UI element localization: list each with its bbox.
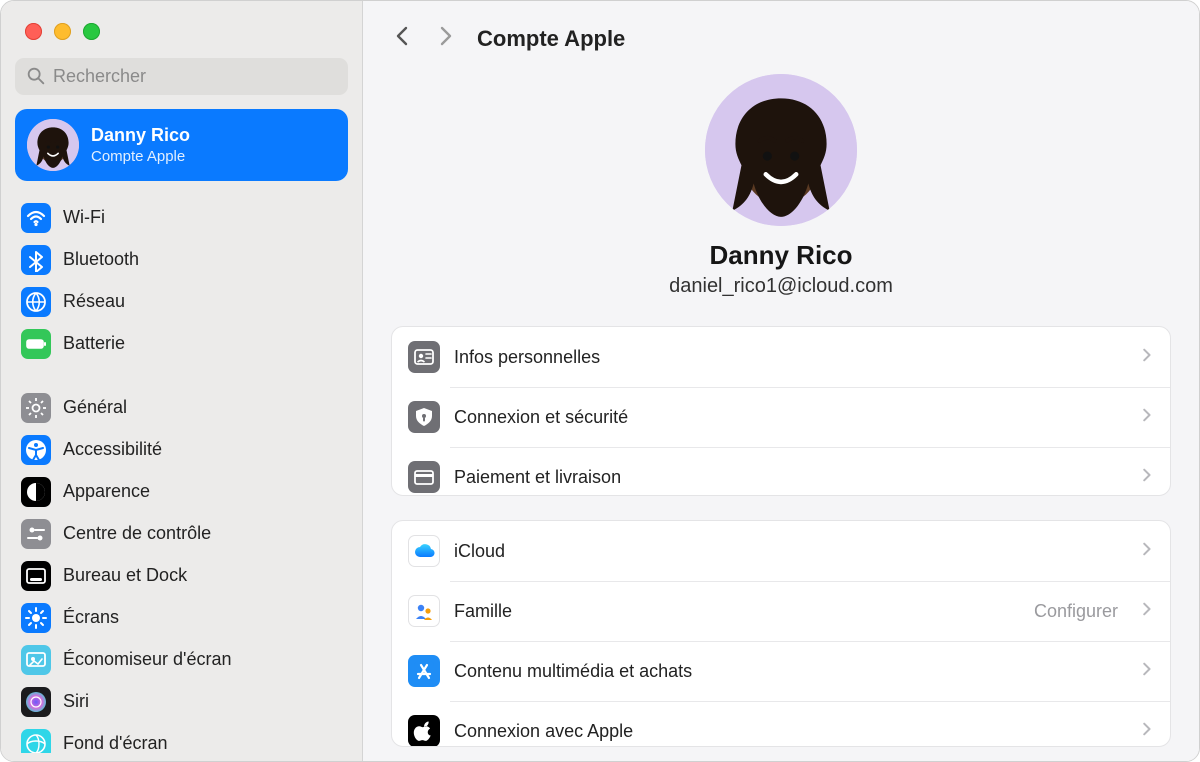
sidebar-item-label: Siri <box>63 691 89 712</box>
sidebar-item-label: Apparence <box>63 481 150 502</box>
sidebar-item-label: Wi-Fi <box>63 207 105 228</box>
sidebar-item-label: Batterie <box>63 333 125 354</box>
row-media[interactable]: Contenu multimédia et achats <box>392 641 1170 701</box>
apple-icon <box>408 715 440 747</box>
sidebar: Danny Rico Compte Apple Wi-Fi Bluetooth Ré… <box>1 1 363 761</box>
search-icon <box>25 65 47 87</box>
forward-button[interactable] <box>433 23 457 54</box>
sidebar-item-general[interactable]: Général <box>15 387 348 429</box>
sidebar-item-controlcenter[interactable]: Centre de contrôle <box>15 513 348 555</box>
idcard-icon <box>408 341 440 373</box>
row-label: iCloud <box>454 541 1124 562</box>
row-family[interactable]: Famille Configurer <box>392 581 1170 641</box>
card-icon <box>408 461 440 493</box>
dock-icon <box>21 561 51 591</box>
page-title: Compte Apple <box>477 26 625 52</box>
wallpaper-icon <box>21 729 51 753</box>
sidebar-item-dock[interactable]: Bureau et Dock <box>15 555 348 597</box>
chevron-right-icon <box>1138 345 1154 370</box>
sidebar-item-label: Bluetooth <box>63 249 139 270</box>
account-hero: Danny Rico daniel_rico1@icloud.com <box>363 66 1199 316</box>
account-avatar[interactable] <box>705 74 857 226</box>
row-personal[interactable]: Infos personnelles <box>392 327 1170 387</box>
sidebar-item-label: Général <box>63 397 127 418</box>
row-label: Contenu multimédia et achats <box>454 661 1124 682</box>
sidebar-nav: Wi-Fi Bluetooth Réseau Batterie Général Acce… <box>1 193 362 753</box>
close-button[interactable] <box>25 23 42 40</box>
cloud-icon <box>408 535 440 567</box>
chevron-right-icon <box>1138 659 1154 684</box>
account-display-name: Danny Rico <box>709 240 852 271</box>
back-button[interactable] <box>391 23 415 54</box>
row-signin[interactable]: Connexion avec Apple <box>392 701 1170 747</box>
sidebar-item-bluetooth[interactable]: Bluetooth <box>15 239 348 281</box>
row-icloud[interactable]: iCloud <box>392 521 1170 581</box>
chevron-right-icon <box>1138 599 1154 624</box>
wifi-icon <box>21 203 51 233</box>
appstore-icon <box>408 655 440 687</box>
sidebar-item-label: Écrans <box>63 607 119 628</box>
services-panel: iCloud Famille Configurer Contenu multimédi… <box>391 520 1171 747</box>
row-payment[interactable]: Paiement et livraison <box>392 447 1170 496</box>
screensaver-icon <box>21 645 51 675</box>
battery-icon <box>21 329 51 359</box>
profile-subtitle: Compte Apple <box>91 148 190 165</box>
sidebar-item-screensaver[interactable]: Économiseur d'écran <box>15 639 348 681</box>
window-controls <box>1 1 362 58</box>
sidebar-item-appearance[interactable]: Apparence <box>15 471 348 513</box>
search-input[interactable] <box>53 66 338 87</box>
search-field[interactable] <box>15 58 348 95</box>
minimize-button[interactable] <box>54 23 71 40</box>
chevron-right-icon <box>1138 719 1154 744</box>
sidebar-item-label: Bureau et Dock <box>63 565 187 586</box>
row-trail: Configurer <box>1034 601 1118 622</box>
row-label: Connexion avec Apple <box>454 721 1124 742</box>
avatar <box>27 119 79 171</box>
settings-window: Danny Rico Compte Apple Wi-Fi Bluetooth Ré… <box>0 0 1200 762</box>
sun-icon <box>21 603 51 633</box>
profile-name: Danny Rico <box>91 125 190 146</box>
bluetooth-icon <box>21 245 51 275</box>
sidebar-profile-card[interactable]: Danny Rico Compte Apple <box>15 109 348 181</box>
account-panel: Infos personnelles Connexion et sécurité P… <box>391 326 1171 496</box>
sidebar-item-accessibility[interactable]: Accessibilité <box>15 429 348 471</box>
row-label: Paiement et livraison <box>454 467 1124 488</box>
chevron-right-icon <box>1138 539 1154 564</box>
sidebar-item-wallpaper[interactable]: Fond d'écran <box>15 723 348 753</box>
family-icon <box>408 595 440 627</box>
switches-icon <box>21 519 51 549</box>
appearance-icon <box>21 477 51 507</box>
network-icon <box>21 287 51 317</box>
sidebar-item-label: Réseau <box>63 291 125 312</box>
row-label: Famille <box>454 601 1020 622</box>
row-label: Infos personnelles <box>454 347 1124 368</box>
zoom-button[interactable] <box>83 23 100 40</box>
row-label: Connexion et sécurité <box>454 407 1124 428</box>
siri-icon <box>21 687 51 717</box>
row-security[interactable]: Connexion et sécurité <box>392 387 1170 447</box>
chevron-right-icon <box>1138 405 1154 430</box>
gear-icon <box>21 393 51 423</box>
sidebar-item-label: Fond d'écran <box>63 733 168 753</box>
chevron-right-icon <box>1138 465 1154 490</box>
sidebar-item-label: Économiseur d'écran <box>63 649 232 670</box>
titlebar: Compte Apple <box>363 1 1199 66</box>
sidebar-item-siri[interactable]: Siri <box>15 681 348 723</box>
sidebar-item-network[interactable]: Réseau <box>15 281 348 323</box>
sidebar-item-wifi[interactable]: Wi-Fi <box>15 197 348 239</box>
sidebar-item-label: Accessibilité <box>63 439 162 460</box>
accessibility-icon <box>21 435 51 465</box>
shield-icon <box>408 401 440 433</box>
sidebar-item-battery[interactable]: Batterie <box>15 323 348 365</box>
content-pane: Compte Apple Danny Rico daniel_rico1@icl… <box>363 1 1199 761</box>
sidebar-item-displays[interactable]: Écrans <box>15 597 348 639</box>
account-email: daniel_rico1@icloud.com <box>669 275 893 298</box>
sidebar-item-label: Centre de contrôle <box>63 523 211 544</box>
